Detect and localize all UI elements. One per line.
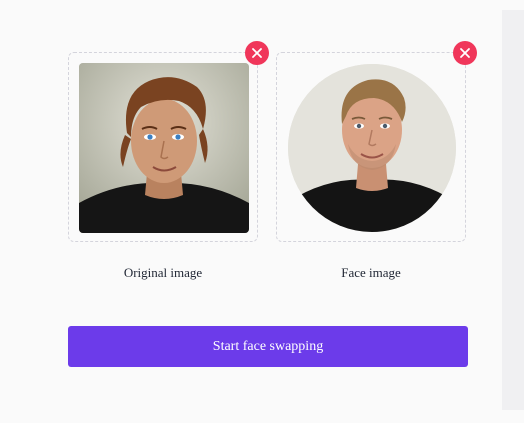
original-image-label: Original image [123, 265, 203, 280]
face-portrait-graphic [288, 64, 456, 232]
close-icon [252, 48, 262, 58]
face-image-label: Face image [341, 265, 401, 280]
original-image-preview [79, 63, 249, 233]
right-panel-edge [502, 10, 524, 410]
start-face-swapping-button[interactable]: Start face swapping [68, 326, 468, 367]
close-icon [460, 48, 470, 58]
face-image-preview [288, 64, 456, 232]
original-image-dropzone[interactable] [68, 41, 269, 242]
remove-original-button[interactable] [245, 41, 269, 65]
remove-face-button[interactable] [453, 41, 477, 65]
face-image-dropzone[interactable] [276, 41, 477, 242]
original-portrait-graphic [79, 63, 249, 233]
